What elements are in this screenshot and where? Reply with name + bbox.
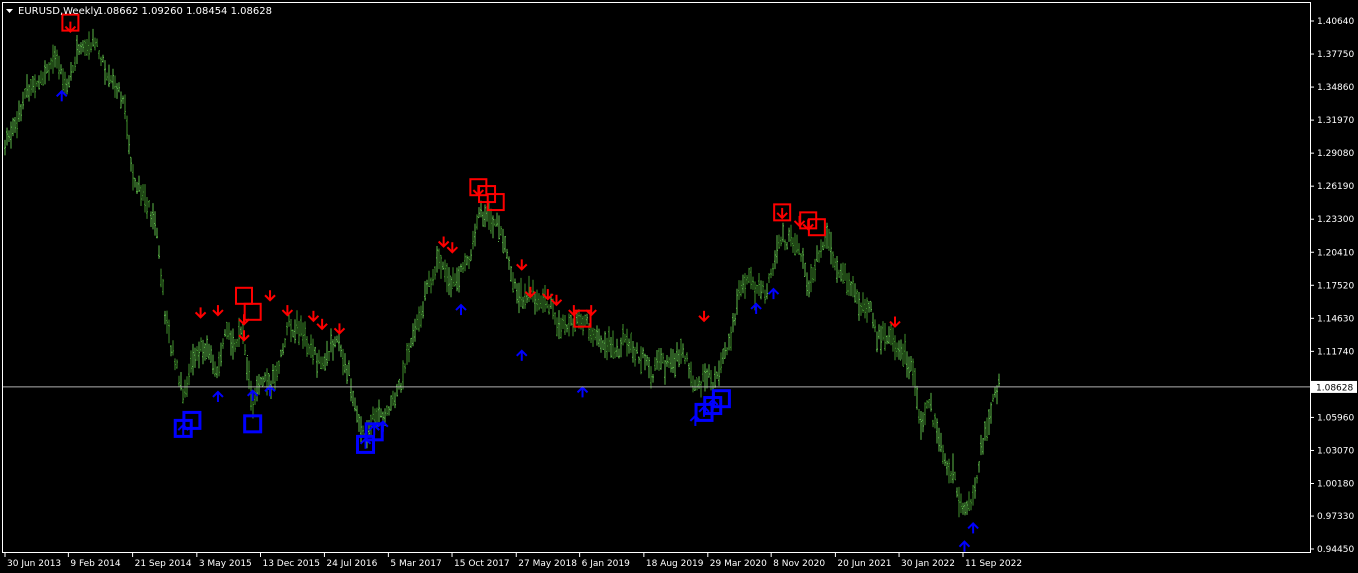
price-tick-label: 0.97330 bbox=[1317, 512, 1354, 522]
price-tick-label: 0.94450 bbox=[1317, 545, 1354, 555]
time-tick-label: 30 Jun 2013 bbox=[7, 559, 61, 569]
current-price-label: 1.08628 bbox=[1316, 383, 1353, 393]
price-tick-label: 1.11740 bbox=[1317, 347, 1354, 357]
price-tick-label: 1.31970 bbox=[1317, 116, 1354, 126]
time-tick-label: 9 Feb 2014 bbox=[70, 559, 121, 569]
time-tick-label: 21 Sep 2014 bbox=[135, 559, 192, 569]
time-tick-label: 8 Nov 2020 bbox=[773, 559, 825, 569]
time-tick-label: 11 Sep 2022 bbox=[965, 559, 1022, 569]
time-tick-label: 29 Mar 2020 bbox=[710, 559, 767, 569]
time-tick-label: 20 Jun 2021 bbox=[837, 559, 891, 569]
price-tick-label: 1.23300 bbox=[1317, 215, 1354, 225]
price-tick-label: 1.14630 bbox=[1317, 314, 1354, 324]
current-price-box: 1.08628 bbox=[1311, 380, 1357, 393]
time-tick-label: 13 Dec 2015 bbox=[262, 559, 320, 569]
time-tick-label: 15 Oct 2017 bbox=[454, 559, 510, 569]
price-tick-label: 1.37750 bbox=[1317, 50, 1354, 60]
time-tick-label: 5 Mar 2017 bbox=[390, 559, 441, 569]
price-tick-label: 1.20410 bbox=[1317, 248, 1354, 258]
time-tick-label: 18 Aug 2019 bbox=[646, 559, 704, 569]
price-tick-label: 1.34860 bbox=[1317, 83, 1354, 93]
chart-header: EURUSD,Weekly 1.08662 1.09260 1.08454 1.… bbox=[6, 6, 272, 17]
time-tick-label: 30 Jan 2022 bbox=[901, 559, 955, 569]
price-chart[interactable]: EURUSD,Weekly 1.08662 1.09260 1.08454 1.… bbox=[0, 0, 1358, 573]
time-tick-label: 24 Jul 2016 bbox=[326, 559, 377, 569]
time-tick-label: 27 May 2018 bbox=[518, 559, 577, 569]
price-tick-label: 1.26190 bbox=[1317, 182, 1354, 192]
price-tick-label: 1.40640 bbox=[1317, 17, 1354, 27]
price-tick-label: 1.00180 bbox=[1317, 480, 1354, 490]
time-tick-label: 6 Jan 2019 bbox=[582, 559, 630, 569]
chart-background bbox=[0, 0, 1358, 573]
symbol-title: EURUSD,Weekly bbox=[18, 6, 99, 17]
time-tick-label: 3 May 2015 bbox=[199, 559, 252, 569]
price-tick-label: 1.17520 bbox=[1317, 281, 1354, 291]
price-tick-label: 1.29080 bbox=[1317, 149, 1354, 159]
price-tick-label: 1.03070 bbox=[1317, 446, 1354, 456]
ohlc-values: 1.08662 1.09260 1.08454 1.08628 bbox=[97, 6, 272, 17]
price-tick-label: 1.05960 bbox=[1317, 413, 1354, 423]
